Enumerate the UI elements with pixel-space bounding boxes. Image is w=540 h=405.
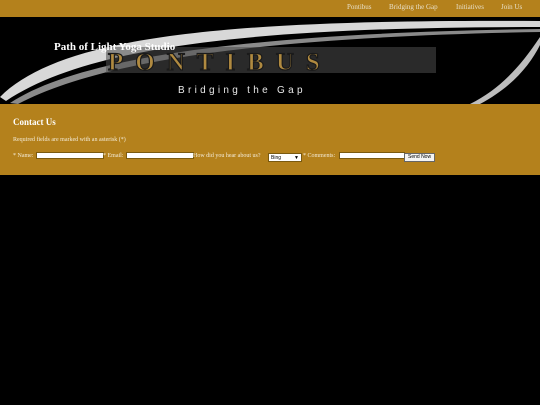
pontibus-logo: PONTIBUS bbox=[108, 49, 332, 76]
name-field[interactable] bbox=[36, 152, 104, 159]
email-label: * Email: bbox=[103, 153, 124, 159]
send-now-button[interactable]: Send Now bbox=[404, 153, 436, 162]
email-field[interactable] bbox=[126, 152, 194, 159]
page-title: Contact Us bbox=[13, 117, 56, 127]
nav-link-join-us[interactable]: Join Us bbox=[501, 3, 522, 11]
nav-link-pontibus[interactable]: Pontibus bbox=[347, 3, 372, 11]
comments-label: * Comments: bbox=[303, 153, 336, 159]
referral-label: How did you hear about us? bbox=[193, 153, 261, 159]
top-nav-bar: Pontibus Bridging the Gap Initiatives Jo… bbox=[0, 0, 540, 17]
tagline: Bridging the Gap bbox=[178, 85, 306, 96]
required-fields-note: Required fields are marked with an aster… bbox=[13, 137, 126, 143]
contact-section: Contact Us Required fields are marked wi… bbox=[0, 104, 540, 175]
nav-link-bridging-the-gap[interactable]: Bridging the Gap bbox=[389, 3, 438, 11]
comments-field[interactable] bbox=[339, 152, 405, 159]
referral-select[interactable]: Bing ▼ bbox=[268, 153, 302, 162]
contact-form: * Name: * Email: How did you hear about … bbox=[13, 151, 538, 165]
nav-link-initiatives[interactable]: Initiatives bbox=[456, 3, 484, 11]
site-title: Path of Light Yoga Studio bbox=[54, 41, 176, 53]
name-label: * Name: bbox=[13, 153, 34, 159]
header-banner: PONTIBUS Path of Light Yoga Studio Bridg… bbox=[0, 17, 540, 104]
referral-selected-value: Bing bbox=[271, 155, 282, 161]
chevron-down-icon: ▼ bbox=[294, 155, 299, 161]
